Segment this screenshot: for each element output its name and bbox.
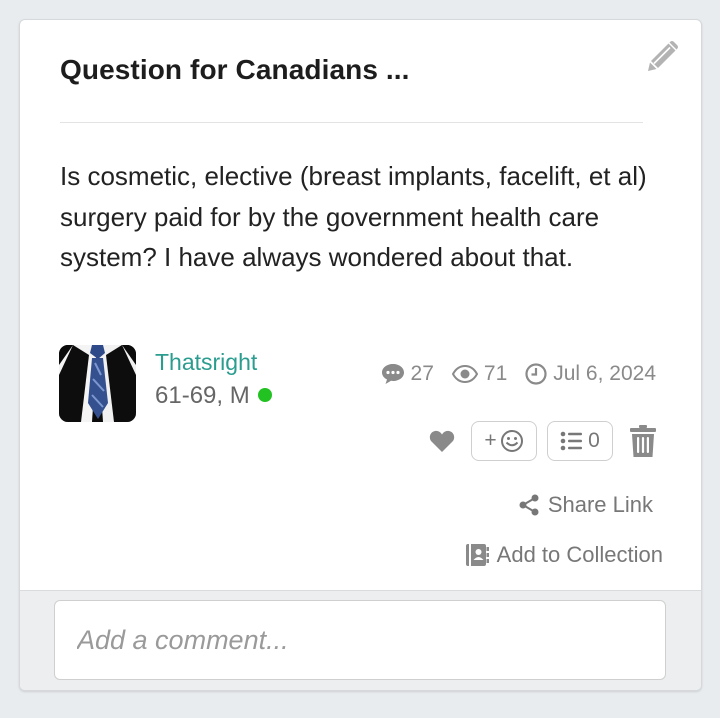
smiley-icon bbox=[500, 430, 523, 452]
comment-input[interactable] bbox=[54, 600, 666, 680]
list-icon bbox=[560, 431, 583, 451]
post-actions: + 0 bbox=[429, 421, 657, 461]
add-to-collection[interactable]: Add to Collection bbox=[465, 542, 663, 568]
share-icon bbox=[519, 494, 539, 516]
post-body: Is cosmetic, elective (breast implants, … bbox=[60, 161, 647, 272]
add-to-collection-label: Add to Collection bbox=[496, 542, 663, 567]
post-title: Question for Canadians ... bbox=[60, 54, 410, 85]
comment-count[interactable]: 27 bbox=[381, 362, 434, 386]
list-button[interactable]: 0 bbox=[547, 421, 613, 461]
author-demographics: 61-69, M bbox=[155, 382, 272, 410]
speech-bubble-icon bbox=[381, 364, 404, 384]
heart-icon[interactable] bbox=[429, 428, 455, 454]
question-card: Question for Canadians ... Is cosmetic, … bbox=[19, 19, 702, 691]
comment-count-value: 27 bbox=[410, 362, 434, 385]
post-date: Jul 6, 2024 bbox=[525, 362, 656, 386]
eye-icon bbox=[451, 365, 478, 383]
post-stats: 27 71 Jul 6, 2024 bbox=[381, 362, 656, 386]
post-date-value: Jul 6, 2024 bbox=[553, 362, 656, 385]
list-count: 0 bbox=[588, 429, 600, 452]
share-link-label: Share Link bbox=[547, 492, 653, 517]
add-reaction-button[interactable]: + bbox=[471, 421, 537, 461]
title-divider bbox=[60, 122, 643, 123]
view-count: 71 bbox=[451, 362, 508, 386]
online-status-indicator bbox=[257, 388, 272, 402]
pencil-icon[interactable] bbox=[645, 40, 679, 74]
share-link[interactable]: Share Link bbox=[518, 492, 653, 518]
view-count-value: 71 bbox=[483, 362, 508, 385]
collection-icon bbox=[465, 544, 489, 566]
comment-bar bbox=[20, 590, 701, 690]
add-reaction-plus: + bbox=[484, 429, 497, 452]
trash-icon[interactable] bbox=[629, 424, 657, 458]
author-age-gender: 61-69, M bbox=[155, 382, 250, 409]
author-username[interactable]: Thatsright bbox=[155, 349, 257, 376]
avatar[interactable] bbox=[59, 345, 136, 422]
clock-icon bbox=[525, 363, 547, 385]
